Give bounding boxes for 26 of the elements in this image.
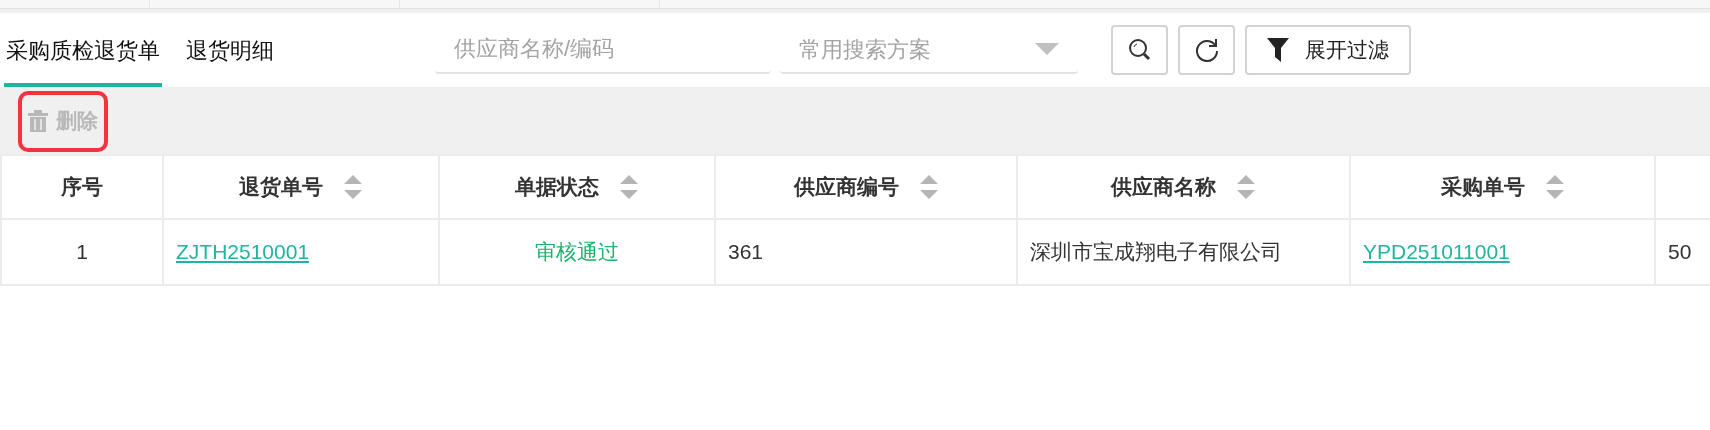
- status-text: 审核通过: [535, 240, 619, 264]
- column-header[interactable]: 供应商名称: [1017, 155, 1350, 219]
- tab[interactable]: 退货明细: [184, 13, 276, 87]
- sort-icon: [343, 175, 363, 199]
- search-icon: [1127, 38, 1152, 62]
- column-header[interactable]: 单据状态: [439, 155, 715, 219]
- column-header[interactable]: 采购单号: [1350, 155, 1655, 219]
- sort-icon: [918, 175, 939, 199]
- sort-icon: [1544, 175, 1565, 199]
- search-button[interactable]: [1111, 25, 1168, 75]
- filter-button[interactable]: 展开过滤: [1245, 25, 1411, 75]
- column-header[interactable]: 退货单号: [163, 155, 439, 219]
- dropdown-caret-icon: [1035, 43, 1059, 55]
- refresh-icon: [1193, 37, 1220, 63]
- sort-icon: [619, 175, 639, 199]
- table-cell: 深圳市宝成翔电子有限公司: [1017, 219, 1350, 285]
- column-header: 序号: [1, 155, 163, 219]
- trash-icon: [28, 110, 48, 132]
- table-cell: 1: [1, 219, 163, 285]
- filter-icon: [1267, 38, 1289, 62]
- column-header[interactable]: 供应商编号: [715, 155, 1017, 219]
- dropdown-placeholder: 常用搜索方案: [799, 35, 931, 64]
- refresh-button[interactable]: [1178, 25, 1235, 75]
- sort-icon: [1236, 175, 1256, 199]
- table-cell: 361: [715, 219, 1017, 285]
- search-field[interactable]: 供应商名称/编码: [435, 26, 771, 74]
